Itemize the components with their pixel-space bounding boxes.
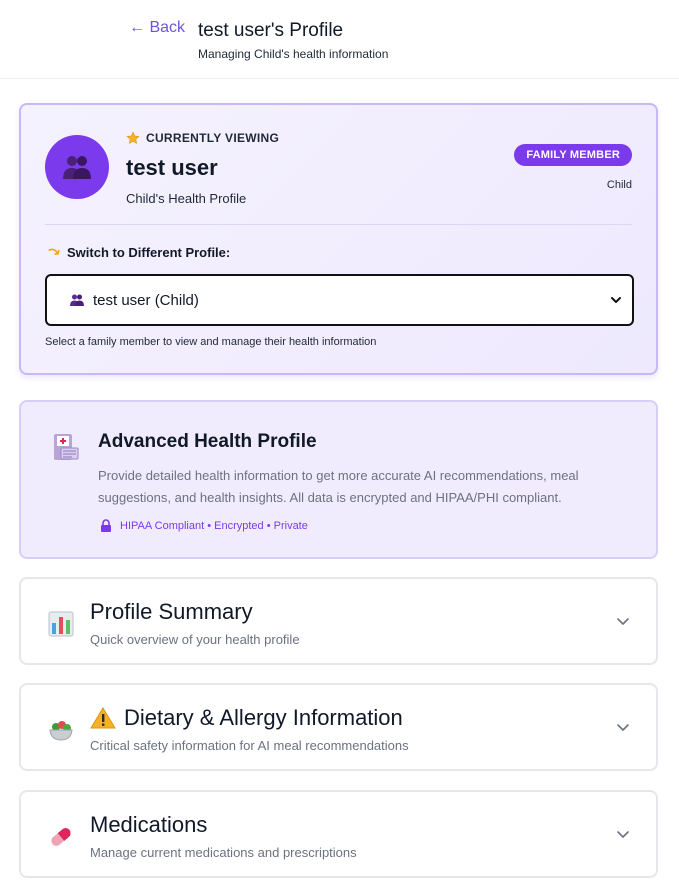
section-title: Profile Summary (90, 599, 253, 624)
current-profile-card: CURRENTLY VIEWING test user Child's Heal… (19, 103, 658, 375)
section-profile-summary[interactable]: Profile Summary Quick overview of your h… (19, 577, 658, 665)
profile-select-help: Select a family member to view and manag… (45, 336, 377, 348)
section-subtitle: Manage current medications and prescript… (90, 845, 357, 860)
chevron-down-icon (617, 724, 629, 731)
currently-viewing-text: CURRENTLY VIEWING (146, 131, 280, 145)
switch-arrow-icon (48, 248, 60, 255)
profile-select[interactable]: test user (Child) (45, 274, 634, 326)
family-icon (70, 294, 84, 306)
section-subtitle: Critical safety information for AI meal … (90, 738, 409, 753)
avatar (45, 135, 109, 199)
advanced-profile-description: Provide detailed health information to g… (98, 468, 579, 505)
relation-label: Child (606, 179, 632, 191)
family-icon (63, 156, 91, 179)
section-dietary-allergy[interactable]: Dietary & Allergy Information Critical s… (19, 683, 658, 771)
advanced-profile-title: Advanced Health Profile (98, 431, 317, 452)
back-button[interactable]: ← Back (129, 19, 185, 37)
page-title: test user's Profile (198, 20, 344, 41)
family-member-badge: FAMILY MEMBER (514, 144, 632, 166)
lock-icon (101, 519, 111, 532)
section-title: Dietary & Allergy Information (124, 705, 403, 730)
medical-record-icon (54, 434, 79, 460)
switch-profile-label: Switch to Different Profile: (47, 245, 230, 260)
chevron-down-icon (617, 618, 629, 625)
compliance-text: HIPAA Compliant • Encrypted • Private (120, 519, 308, 532)
currently-viewing-label: CURRENTLY VIEWING (126, 131, 279, 145)
selected-profile-option: test user (Child) (93, 291, 199, 309)
bar-chart-icon (48, 611, 74, 637)
divider (45, 224, 632, 225)
switch-profile-text: Switch to Different Profile: (67, 245, 231, 260)
warning-icon (90, 707, 116, 729)
pill-icon (51, 828, 71, 846)
star-icon (126, 131, 140, 144)
advanced-health-profile-card: Advanced Health Profile Provide detailed… (19, 400, 658, 559)
page-header: ← Back test user's Profile Managing Chil… (0, 0, 679, 79)
section-medications[interactable]: Medications Manage current medications a… (19, 790, 658, 878)
section-title: Medications (90, 812, 208, 837)
profile-type: Child's Health Profile (126, 191, 247, 206)
salad-bowl-icon (49, 721, 73, 741)
section-subtitle: Quick overview of your health profile (90, 632, 300, 647)
chevron-down-icon (611, 297, 621, 303)
chevron-down-icon (617, 831, 629, 838)
compliance-badge: HIPAA Compliant • Encrypted • Private (100, 519, 308, 532)
page-subtitle: Managing Child's health information (198, 47, 389, 61)
profile-name: test user (126, 155, 218, 180)
